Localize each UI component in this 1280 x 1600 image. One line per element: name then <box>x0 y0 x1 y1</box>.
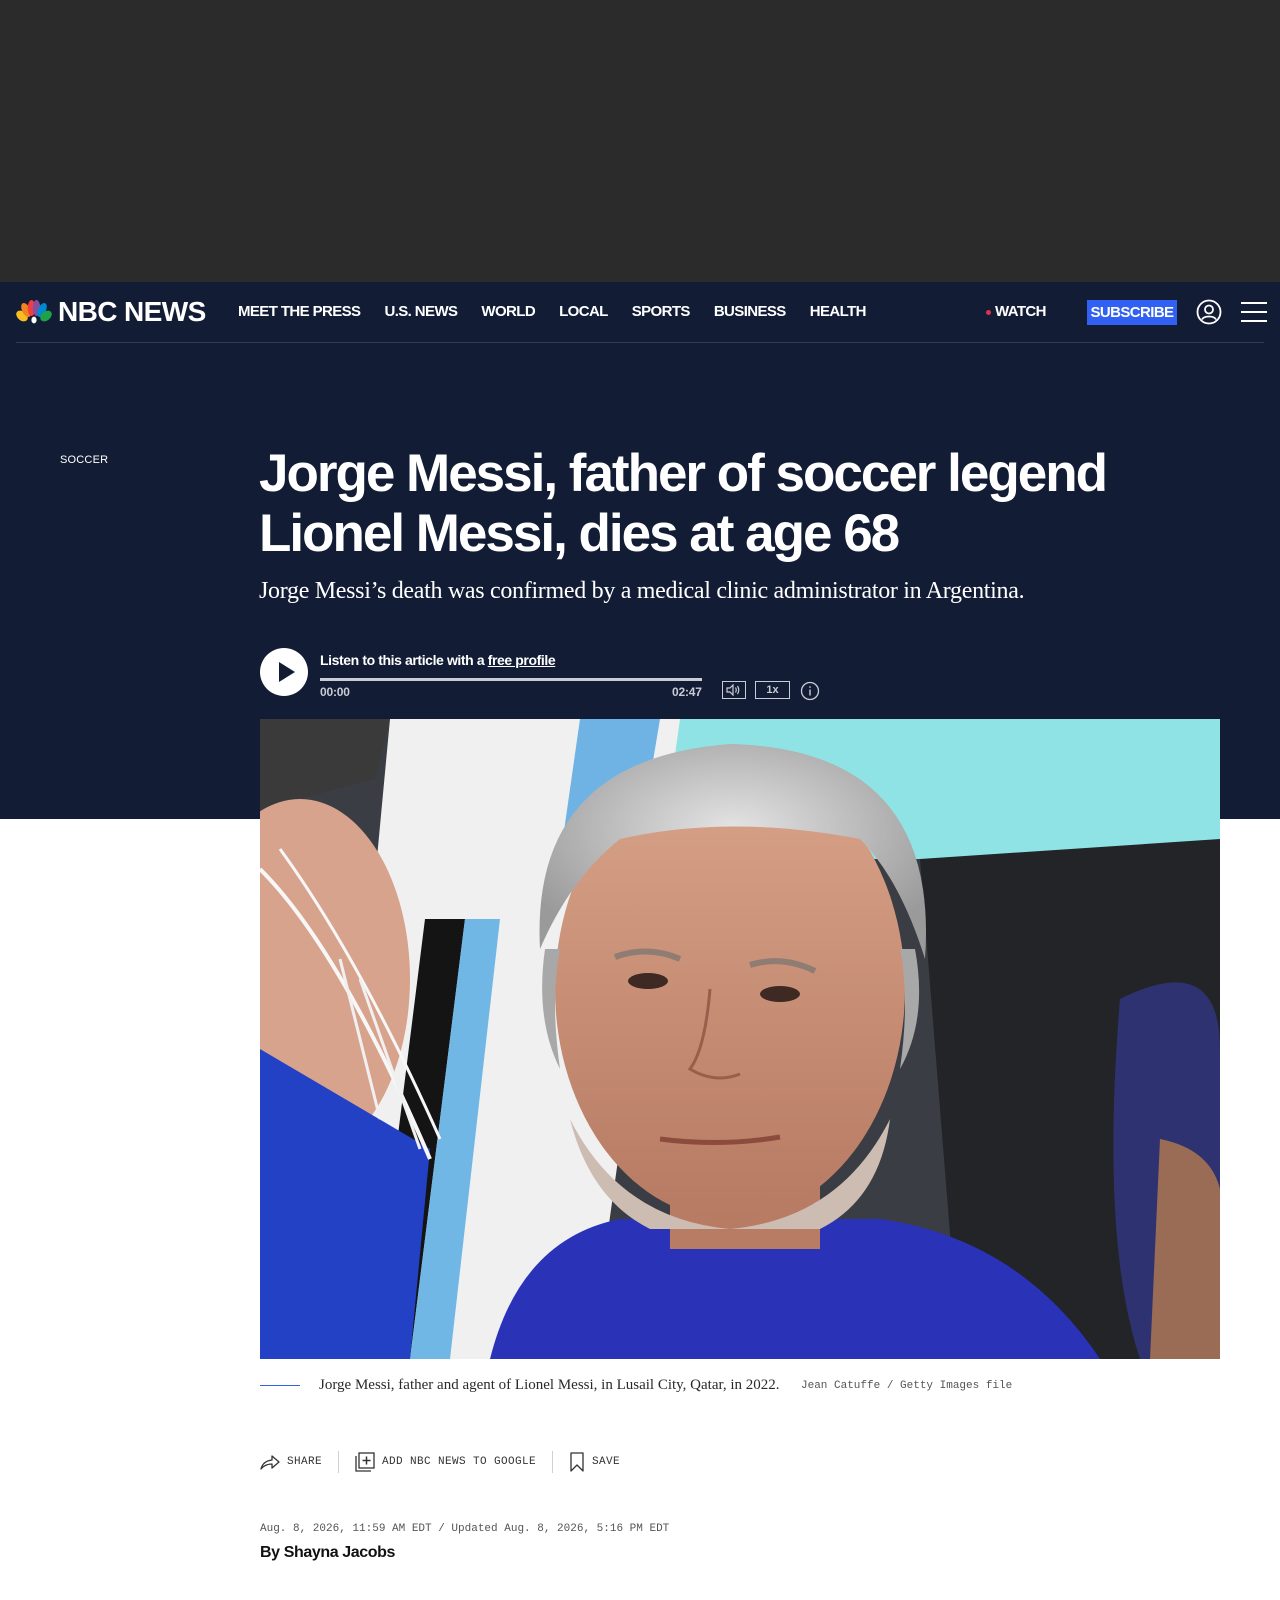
add-to-google-button[interactable]: ADD NBC NEWS TO GOOGLE <box>355 1452 536 1472</box>
peacock-logo-icon <box>16 300 52 324</box>
section-nav: MEET THE PRESS U.S. NEWS WORLD LOCAL SPO… <box>238 300 890 324</box>
dateline: Aug. 8, 2026, 11:59 AM EDT / Updated Aug… <box>260 1523 670 1535</box>
share-label: SHARE <box>287 1456 323 1468</box>
nav-link-world[interactable]: WORLD <box>481 300 535 324</box>
share-divider <box>552 1451 554 1473</box>
nav-link-local[interactable]: LOCAL <box>559 300 608 324</box>
photo-caption: Jorge Messi, father and agent of Lionel … <box>319 1377 780 1393</box>
audio-duration: 02:47 <box>672 685 702 699</box>
share-icon <box>260 1455 280 1470</box>
section-eyebrow[interactable]: SOCCER <box>60 454 108 466</box>
add-google-icon <box>355 1452 375 1472</box>
ad-slot <box>0 0 1280 282</box>
caption-rule <box>260 1385 300 1386</box>
volume-icon <box>726 684 740 696</box>
share-divider <box>338 1451 340 1473</box>
save-button[interactable]: SAVE <box>569 1452 620 1472</box>
nav-link-business[interactable]: BUSINESS <box>714 300 786 324</box>
article-dek: Jorge Messi’s death was confirmed by a m… <box>259 578 1025 604</box>
nbc-news-logo[interactable]: NBC NEWS <box>16 297 206 327</box>
watch-link[interactable]: WATCH <box>986 300 1046 324</box>
share-bar: SHARE ADD NBC NEWS TO GOOGLE SAVE <box>260 1450 620 1474</box>
listen-prompt-text: Listen to this article with a <box>320 652 488 668</box>
nav-link-health[interactable]: HEALTH <box>810 300 867 324</box>
nav-link-us-news[interactable]: U.S. NEWS <box>384 300 458 324</box>
author-link[interactable]: Shayna Jacobs <box>284 1544 396 1561</box>
live-dot-icon <box>986 309 991 315</box>
byline: By Shayna Jacobs <box>260 1543 395 1563</box>
info-icon[interactable] <box>800 681 820 701</box>
volume-button[interactable] <box>722 681 746 699</box>
subscribe-button[interactable]: SUBSCRIBE <box>1087 300 1177 325</box>
brand-wordmark: NBC NEWS <box>58 296 206 327</box>
nav-link-meet-the-press[interactable]: MEET THE PRESS <box>238 300 361 324</box>
add-to-google-label: ADD NBC NEWS TO GOOGLE <box>382 1456 537 1468</box>
audio-current-time: 00:00 <box>320 685 350 699</box>
lead-photo[interactable] <box>260 719 1220 1359</box>
nav-link-sports[interactable]: SPORTS <box>632 300 691 324</box>
bookmark-icon <box>570 1452 584 1472</box>
byline-prefix: By <box>260 1544 284 1561</box>
hamburger-icon[interactable] <box>1241 301 1267 323</box>
save-label: SAVE <box>592 1456 621 1468</box>
play-icon[interactable] <box>260 648 308 696</box>
nav-divider <box>16 342 1264 343</box>
playback-speed-button[interactable]: 1x <box>755 681 790 699</box>
photo-credit: Jean Catuffe / Getty Images file <box>801 1380 1013 1392</box>
watch-label: WATCH <box>995 303 1046 320</box>
article-headline: Jorge Messi, father of soccer legend Lio… <box>259 444 1108 563</box>
lead-photo-illustration <box>260 719 1220 1359</box>
listen-prompt: Listen to this article with a free profi… <box>320 650 556 670</box>
audio-progress-bar[interactable] <box>320 678 702 681</box>
share-button[interactable]: SHARE <box>260 1454 322 1470</box>
account-icon[interactable] <box>1196 299 1222 325</box>
free-profile-link[interactable]: free profile <box>488 652 556 668</box>
